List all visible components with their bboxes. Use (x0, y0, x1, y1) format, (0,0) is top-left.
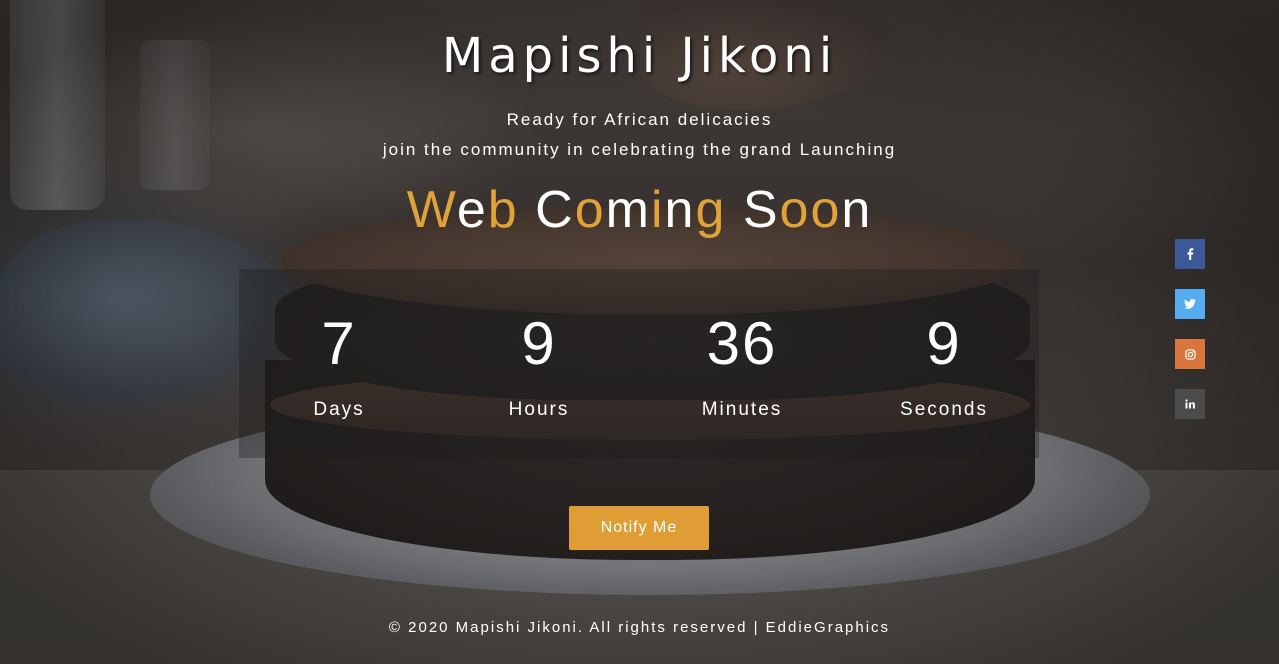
headline-letter: b (487, 181, 519, 239)
headline-letter: W (406, 181, 457, 239)
coming-soon-headline: Web Coming Soon (0, 180, 1279, 240)
countdown-days-label: Days (313, 399, 365, 420)
headline-letter: o (810, 181, 842, 239)
notify-me-button[interactable]: Notify Me (569, 506, 709, 550)
linkedin-link[interactable] (1175, 389, 1205, 419)
countdown-seconds-label: Seconds (900, 399, 988, 420)
headline-letter: o (574, 181, 606, 239)
headline-letter: C (535, 181, 575, 239)
countdown-hours: 9 Hours (439, 269, 639, 421)
headline-letter: n (664, 181, 696, 239)
headline-letter: e (456, 181, 488, 239)
countdown-seconds: 9 Seconds (844, 269, 1044, 421)
headline-letter (726, 181, 742, 239)
instagram-icon (1184, 348, 1196, 360)
tagline-line-1: Ready for African delicacies (506, 110, 773, 129)
twitter-link[interactable] (1175, 289, 1205, 319)
footer-copyright: © 2020 Mapishi Jikoni. All rights reserv… (388, 619, 891, 636)
headline-letter: m (605, 181, 651, 239)
countdown-seconds-value: 9 (926, 310, 962, 377)
headline-letter: o (779, 181, 811, 239)
countdown-minutes-label: Minutes (701, 399, 783, 420)
headline-letter (519, 181, 535, 239)
facebook-icon (1186, 248, 1194, 260)
countdown-days: 7 Days (239, 269, 439, 421)
site-title: Mapishi Jikoni (441, 28, 838, 85)
facebook-link[interactable] (1175, 239, 1205, 269)
headline-letter: i (650, 181, 665, 239)
countdown-days-value: 7 (321, 310, 357, 377)
countdown-minutes-value: 36 (706, 310, 778, 377)
countdown-panel: 7 Days 9 Hours 36 Minutes 9 Seconds (239, 269, 1039, 458)
instagram-link[interactable] (1175, 339, 1205, 369)
headline-letter: g (695, 181, 727, 239)
countdown-hours-label: Hours (508, 399, 570, 420)
linkedin-icon (1185, 399, 1195, 409)
twitter-icon (1184, 299, 1196, 309)
tagline-line-2: join the community in celebrating the gr… (382, 140, 897, 159)
countdown-hours-value: 9 (521, 310, 557, 377)
headline-letter: S (742, 181, 780, 239)
countdown-minutes: 36 Minutes (642, 269, 842, 421)
headline-letter: n (841, 181, 873, 239)
